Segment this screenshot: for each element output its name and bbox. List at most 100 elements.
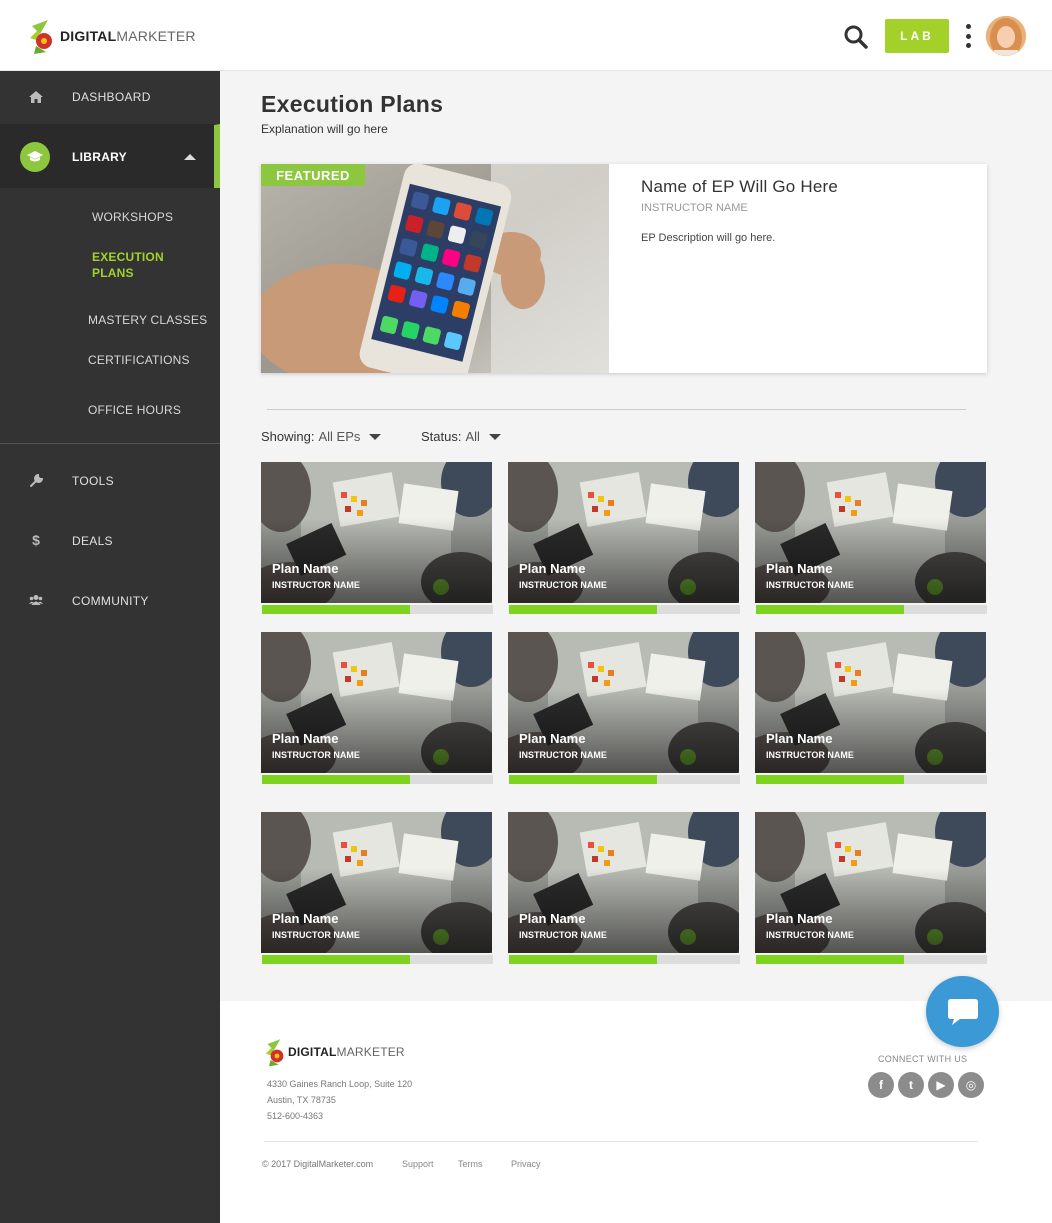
plan-card-name: Plan Name [272,731,339,746]
plan-card[interactable]: Plan Name INSTRUCTOR NAME [261,812,493,964]
plan-progress-fill [262,605,410,614]
footer-logo-bold: DIGITAL [288,1045,337,1059]
plan-progress-fill [509,605,657,614]
plan-card[interactable]: Plan Name INSTRUCTOR NAME [755,812,987,964]
plan-card[interactable]: Plan Name INSTRUCTOR NAME [755,632,987,784]
plan-progress-bar [756,775,987,784]
address-line-2: Austin, TX 78735 [267,1095,336,1105]
plan-card-instructor: INSTRUCTOR NAME [272,750,360,760]
copyright: © 2017 DigitalMarketer.com [262,1159,374,1169]
featured-card[interactable]: FEATURED Name of EP Will Go Here INSTRUC… [261,164,987,373]
home-icon [28,89,44,105]
footer-divider [264,1141,978,1142]
sidebar-item-library[interactable]: LIBRARY [0,124,220,188]
plan-card[interactable]: Plan Name INSTRUCTOR NAME [755,462,987,614]
subnav-item-office-hours[interactable]: OFFICE HOURS [88,402,181,418]
main-content: Execution Plans Explanation will go here [220,71,1052,1001]
plan-progress-bar [262,775,493,784]
plan-card-instructor: INSTRUCTOR NAME [519,930,607,940]
plan-card[interactable]: Plan Name INSTRUCTOR NAME [508,632,740,784]
plan-card-instructor: INSTRUCTOR NAME [272,930,360,940]
more-menu-icon[interactable] [962,24,974,48]
plan-card[interactable]: Plan Name INSTRUCTOR NAME [261,632,493,784]
sidebar-label-tools: TOOLS [72,474,114,488]
wrench-icon [28,472,44,488]
connect-label: CONNECT WITH US [878,1054,968,1064]
sidebar-label-community: COMMUNITY [72,594,149,608]
plan-progress-fill [756,955,904,964]
youtube-icon[interactable]: ▶ [928,1072,954,1098]
plan-progress-fill [262,775,410,784]
plan-card-instructor: INSTRUCTOR NAME [519,580,607,590]
digitalmarketer-logo[interactable]: DIGITALMARKETER [26,16,196,56]
top-header: DIGITALMARKETER LAB [0,0,1052,71]
plan-card-name: Plan Name [519,731,586,746]
sidebar-label-dashboard: DASHBOARD [72,90,151,104]
showing-filter-label: Showing: [261,429,315,444]
showing-filter-dropdown[interactable]: Showing: All EPs [261,429,382,444]
sidebar-item-tools[interactable]: TOOLS [0,451,220,509]
footer: DIGITALMARKETER 4330 Gaines Ranch Loop, … [220,1001,1052,1223]
sidebar-item-community[interactable]: COMMUNITY [0,571,220,629]
plan-progress-bar [262,955,493,964]
instagram-icon[interactable]: ◎ [958,1072,984,1098]
plan-card-instructor: INSTRUCTOR NAME [766,580,854,590]
subnav-label-plans: PLANS [92,266,134,280]
subnav-item-execution-plans[interactable]: EXECUTION PLANS [92,249,164,281]
status-filter-dropdown[interactable]: Status: All [421,429,501,444]
plan-card-instructor: INSTRUCTOR NAME [272,580,360,590]
user-avatar[interactable] [986,16,1026,56]
plan-card-name: Plan Name [272,911,339,926]
status-filter-value: All [465,429,480,444]
plan-progress-bar [262,605,493,614]
page-subtitle: Explanation will go here [261,122,388,136]
plan-progress-bar [756,955,987,964]
collapse-caret-icon[interactable] [184,154,196,160]
subnav-item-workshops[interactable]: WORKSHOPS [92,209,173,225]
footer-logo-light: MARKETER [336,1045,405,1059]
sidebar-item-dashboard[interactable]: DASHBOARD [0,71,220,124]
featured-description: EP Description will go here. [641,232,776,244]
plan-card-name: Plan Name [519,561,586,576]
subnav-item-mastery-classes[interactable]: MASTERY CLASSES [88,312,207,328]
plan-card[interactable]: Plan Name INSTRUCTOR NAME [261,462,493,614]
facebook-icon[interactable]: f [868,1072,894,1098]
plan-progress-bar [509,775,740,784]
showing-filter-value: All EPs [318,429,361,444]
phone-number: 512-600-4363 [267,1111,324,1121]
chat-button[interactable] [926,976,999,1047]
search-icon[interactable] [843,24,869,50]
subnav-item-certifications[interactable]: CERTIFICATIONS [88,352,190,368]
logo-text-light: MARKETER [116,28,196,44]
chevron-down-icon [369,433,382,440]
plan-progress-bar [756,605,987,614]
sidebar: DASHBOARD LIBRARY WORKSHOPS EXECUTION PL… [0,71,220,1223]
plan-card-name: Plan Name [766,731,833,746]
featured-title[interactable]: Name of EP Will Go Here [641,177,838,197]
users-icon [28,592,44,608]
chat-bubble-icon [947,998,978,1025]
sidebar-item-deals[interactable]: $ DEALS [0,511,220,569]
logo-text-bold: DIGITAL [60,28,117,44]
page-title: Execution Plans [261,91,444,117]
logo-gear-icon [26,16,62,56]
section-divider [267,409,966,410]
footer-address: 4330 Gaines Ranch Loop, Suite 120 Austin… [267,1076,412,1124]
sidebar-label-library: LIBRARY [72,150,127,164]
footer-link-support[interactable]: Support [402,1159,434,1169]
twitter-icon[interactable]: t [898,1072,924,1098]
lab-button[interactable]: LAB [885,19,949,53]
footer-link-privacy[interactable]: Privacy [511,1159,541,1169]
plan-card-name: Plan Name [766,911,833,926]
footer-logo[interactable]: DIGITALMARKETER [262,1036,405,1068]
plan-card[interactable]: Plan Name INSTRUCTOR NAME [508,462,740,614]
footer-link-terms[interactable]: Terms [458,1159,483,1169]
plan-progress-bar [509,605,740,614]
plan-progress-fill [509,775,657,784]
plan-progress-bar [509,955,740,964]
plan-card-name: Plan Name [272,561,339,576]
chevron-down-icon [488,433,501,440]
sidebar-label-deals: DEALS [72,534,113,548]
plan-card-instructor: INSTRUCTOR NAME [766,750,854,760]
plan-card[interactable]: Plan Name INSTRUCTOR NAME [508,812,740,964]
